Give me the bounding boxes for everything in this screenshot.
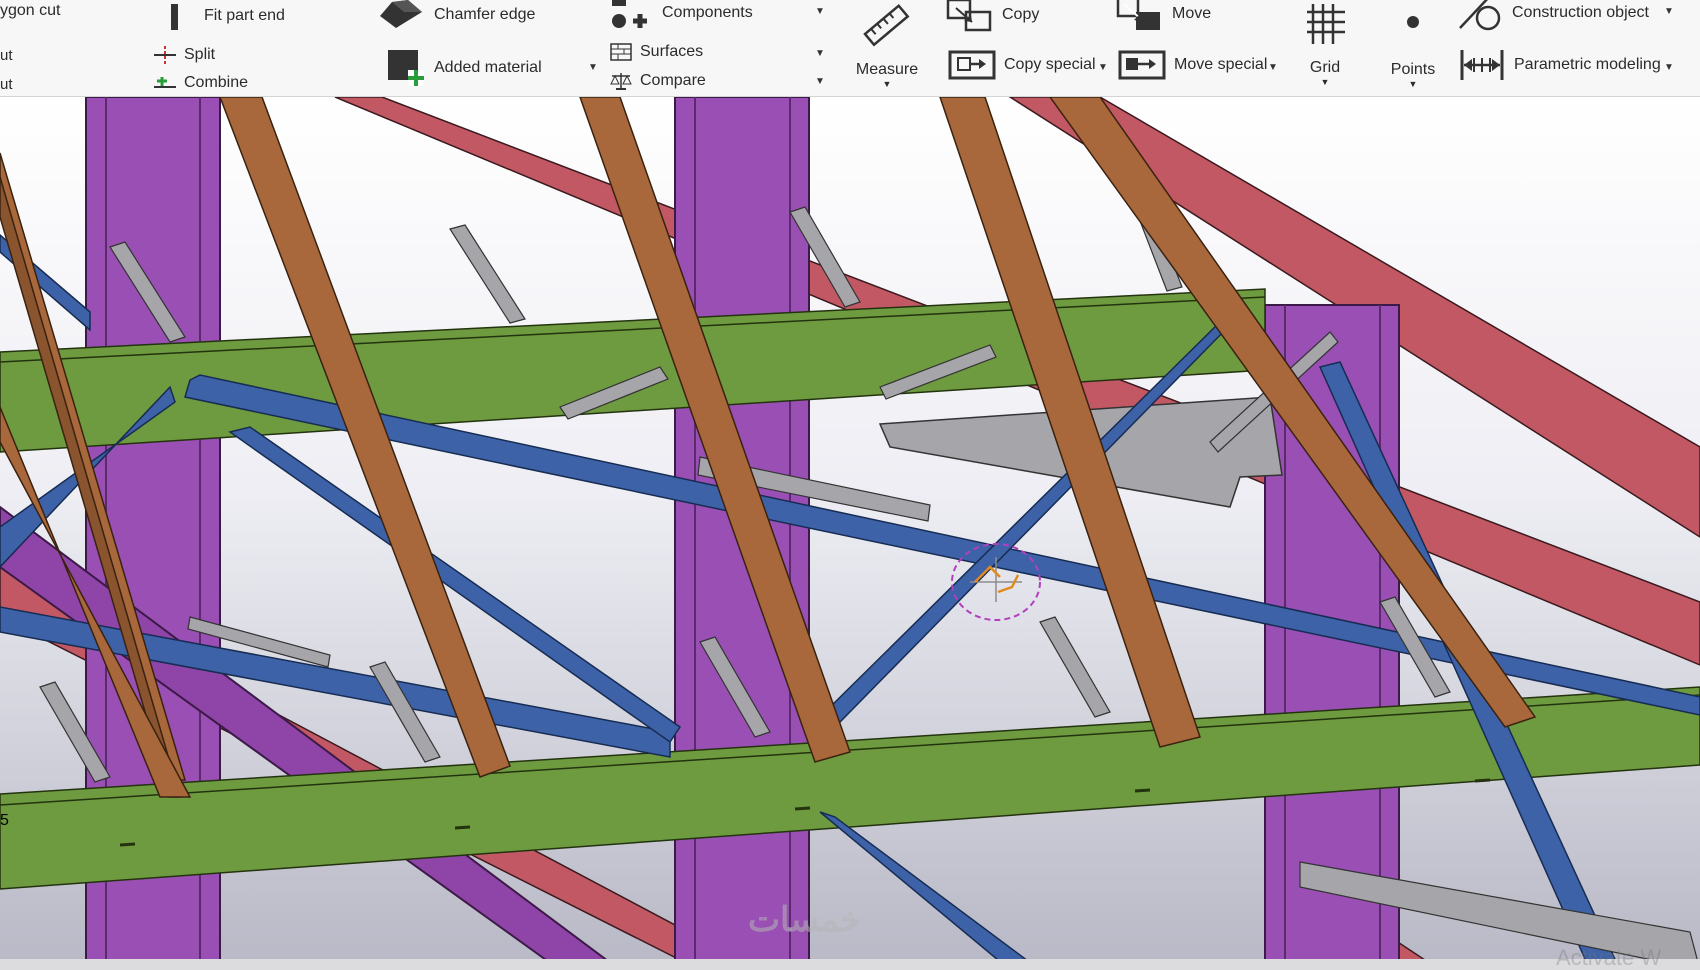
polygon-cut-button[interactable]: ygon cut <box>0 2 60 20</box>
cut-label: ut <box>0 47 13 64</box>
added-material-button[interactable]: Added material <box>386 48 542 88</box>
points-dropdown-icon[interactable]: ▼ <box>1380 79 1446 89</box>
steel-structure-model <box>0 97 1700 970</box>
surfaces-icon <box>610 43 632 61</box>
parametric-modeling-button[interactable]: Parametric modeling <box>1458 48 1661 82</box>
components-button[interactable]: Components <box>610 0 753 30</box>
split-label: Split <box>184 46 216 63</box>
construction-object-label: Construction object <box>1512 4 1649 21</box>
measure-icon <box>863 3 910 47</box>
compare-dropdown-icon[interactable]: ▼ <box>815 76 825 87</box>
grid-label: Grid <box>1309 59 1341 76</box>
chamfer-edge-label: Chamfer edge <box>434 6 536 23</box>
copy-special-button[interactable]: Copy special <box>948 50 1096 80</box>
parametric-modeling-label: Parametric modeling <box>1514 56 1661 73</box>
copy-special-icon <box>948 50 996 80</box>
grid-dropdown-icon[interactable]: ▼ <box>1294 77 1356 87</box>
copy-button[interactable]: Copy <box>946 0 1039 32</box>
construction-object-icon <box>1459 0 1501 31</box>
move-special-button[interactable]: Move special <box>1118 50 1267 80</box>
edge-label: 5 <box>0 812 9 829</box>
ribbon-toolbar: ygon cut ut ut Fit part end Split Combin… <box>0 0 1700 97</box>
compare-label: Compare <box>640 72 706 89</box>
parametric-modeling-dropdown-icon[interactable]: ▼ <box>1664 62 1674 73</box>
activate-windows-text: Activate W <box>1556 945 1662 970</box>
grid-button[interactable]: Grid ▼ <box>1294 0 1356 87</box>
move-special-dropdown-icon[interactable]: ▼ <box>1268 62 1278 73</box>
compare-icon <box>610 73 632 90</box>
points-button[interactable]: Points ▼ <box>1380 0 1446 89</box>
grid-icon <box>1307 4 1345 44</box>
copy-label: Copy <box>1002 6 1040 23</box>
construction-object-button[interactable]: Construction object <box>1456 0 1649 32</box>
status-strip <box>0 959 1700 970</box>
move-label: Move <box>1172 5 1212 22</box>
surfaces-dropdown-icon[interactable]: ▼ <box>815 48 825 59</box>
measure-label: Measure <box>855 61 919 78</box>
move-special-icon <box>1118 50 1166 80</box>
components-icon <box>612 0 647 28</box>
move-special-label: Move special <box>1174 56 1268 73</box>
construction-object-dropdown-icon[interactable]: ▼ <box>1664 6 1674 17</box>
parametric-modeling-icon <box>1460 50 1504 80</box>
components-dropdown-icon[interactable]: ▼ <box>815 6 825 17</box>
cut-label-2: ut <box>0 76 13 93</box>
move-icon <box>1116 0 1160 30</box>
copy-icon <box>946 0 992 32</box>
watermark-text: خمسات <box>748 901 862 939</box>
copy-special-dropdown-icon[interactable]: ▼ <box>1098 62 1108 73</box>
fit-part-end-icon <box>171 4 178 30</box>
components-label: Components <box>662 4 753 21</box>
combine-icon <box>154 77 176 88</box>
cut-button-2[interactable]: ut <box>0 76 13 94</box>
surfaces-button[interactable]: Surfaces <box>610 43 703 61</box>
polygon-cut-label: ygon cut <box>0 2 61 19</box>
added-material-dropdown-icon[interactable]: ▼ <box>588 62 598 73</box>
measure-dropdown-icon[interactable]: ▼ <box>850 79 924 89</box>
compare-button[interactable]: Compare <box>610 71 706 91</box>
chamfer-edge-icon <box>380 0 422 28</box>
added-material-icon <box>388 50 424 86</box>
added-material-label: Added material <box>434 59 542 76</box>
points-label: Points <box>1390 61 1436 78</box>
combine-button[interactable]: Combine <box>154 74 248 92</box>
model-viewport[interactable]: 5 خمسات Activate W <box>0 97 1700 970</box>
chamfer-edge-button[interactable]: Chamfer edge <box>378 0 535 32</box>
combine-label: Combine <box>184 74 249 91</box>
fit-part-end-label: Fit part end <box>204 7 285 24</box>
fit-part-end-button[interactable]: Fit part end <box>168 0 285 32</box>
surfaces-label: Surfaces <box>640 43 704 60</box>
split-button[interactable]: Split <box>154 46 215 64</box>
measure-button[interactable]: Measure ▼ <box>850 0 924 89</box>
points-icon <box>1407 16 1419 28</box>
move-button[interactable]: Move <box>1116 0 1211 32</box>
copy-special-label: Copy special <box>1004 56 1096 73</box>
split-icon <box>154 46 176 64</box>
cut-button[interactable]: ut <box>0 47 13 65</box>
